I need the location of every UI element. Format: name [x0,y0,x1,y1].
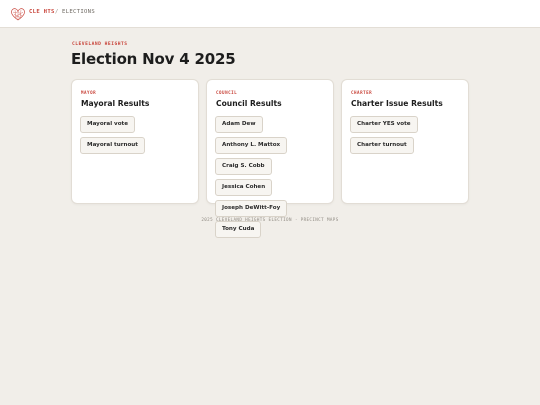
footer-text: 2025 CLEVELAND HEIGHTS ELECTION · PRECIN… [201,217,339,222]
breadcrumb-separator: / [55,9,59,15]
chip-anthony-mattox[interactable]: Anthony L. Mattox [215,137,288,154]
page-title: Election Nov 4 2025 [71,50,236,68]
council-card: COUNCIL Council Results Adam Dew Anthony… [206,79,334,238]
chip-mayoral-vote[interactable]: Mayoral vote [80,116,136,133]
chip-charter-yes-vote[interactable]: Charter YES vote [350,116,418,133]
mayor-card: MAYOR Mayoral Results Mayoral vote Mayor… [71,79,199,204]
card-eyebrow: MAYOR [81,90,97,95]
chip-joseph-dewitt-foy[interactable]: Joseph DeWitt-Foy [215,200,288,217]
card-title: Mayoral Results [81,99,150,108]
chip-list: Charter YES vote Charter turnout [350,116,464,154]
chip-jessica-cohen[interactable]: Jessica Cohen [215,179,273,196]
chip-mayoral-turnout[interactable]: Mayoral turnout [80,137,145,154]
card-title: Charter Issue Results [351,99,443,108]
page-eyebrow: CLEVELAND HEIGHTS [72,42,128,47]
card-eyebrow: CHARTER [351,90,373,95]
heart-map-icon[interactable] [10,6,26,22]
chip-tony-cuda[interactable]: Tony Cuda [215,221,262,238]
chip-list: Mayoral vote Mayoral turnout [80,116,194,154]
card-title: Council Results [216,99,282,108]
card-eyebrow: COUNCIL [216,90,238,95]
breadcrumb-elections[interactable]: ELECTIONS [62,9,95,15]
chip-craig-cobb[interactable]: Craig S. Cobb [215,158,272,175]
chip-adam-dew[interactable]: Adam Dew [215,116,263,133]
top-bar: CLE HTS / ELECTIONS [0,0,540,28]
chip-charter-turnout[interactable]: Charter turnout [350,137,414,154]
charter-card: CHARTER Charter Issue Results Charter YE… [341,79,469,204]
brand-link[interactable]: CLE HTS [29,9,55,15]
